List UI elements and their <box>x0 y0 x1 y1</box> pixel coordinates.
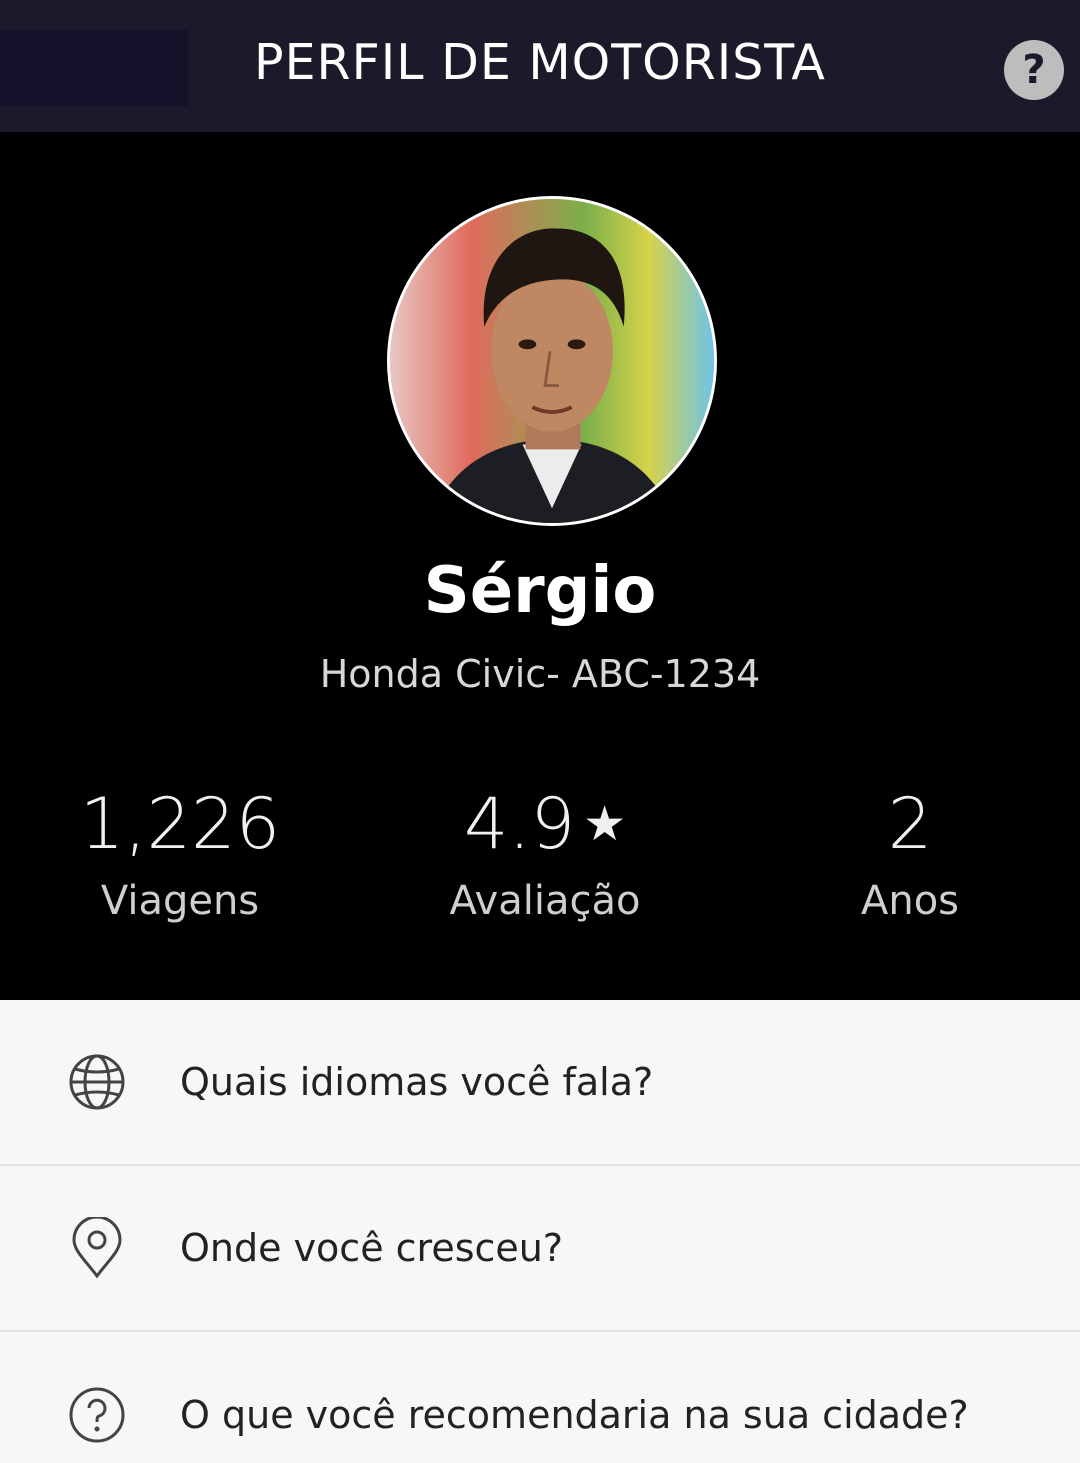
years-value: 2 <box>887 783 933 865</box>
avatar <box>387 196 717 526</box>
driver-vehicle: Honda Civic- ABC-1234 <box>319 652 761 696</box>
driver-profile-screen: PERFIL DE MOTORISTA ? Sérgio Honda Civic… <box>0 0 1080 1463</box>
stat-years: 2 Anos <box>730 784 1080 924</box>
top-bar: PERFIL DE MOTORISTA ? <box>0 0 1080 132</box>
driver-photo <box>390 199 714 523</box>
questions-list: Quais idiomas você fala? Onde você cresc… <box>0 1000 1080 1463</box>
question-hometown[interactable]: Onde você cresceu? <box>0 1166 1080 1332</box>
years-label: Anos <box>860 878 960 924</box>
question-circle-icon <box>66 1384 128 1446</box>
stat-trips: 1,226 Viagens <box>0 784 360 924</box>
help-circle-icon: ? <box>1022 47 1046 93</box>
rating-label: Avaliação <box>449 878 641 924</box>
trips-value: 1,226 <box>79 783 281 865</box>
question-text: Quais idiomas você fala? <box>180 1060 654 1104</box>
star-icon: ★ <box>583 796 627 852</box>
question-text: Onde você cresceu? <box>180 1226 564 1270</box>
profile-section: Sérgio Honda Civic- ABC-1234 1,226 Viage… <box>0 132 1080 1000</box>
question-recommendation[interactable]: O que você recomendaria na sua cidade? <box>0 1332 1080 1463</box>
globe-icon <box>66 1051 128 1113</box>
question-languages[interactable]: Quais idiomas você fala? <box>0 1000 1080 1166</box>
page-title: PERFIL DE MOTORISTA <box>254 34 826 91</box>
rating-value-wrapper: 4.9 ★ <box>365 784 725 864</box>
location-pin-icon <box>66 1217 128 1279</box>
driver-name: Sérgio <box>423 554 657 628</box>
stat-rating: 4.9 ★ Avaliação <box>365 784 725 924</box>
rating-value: 4.9 <box>463 783 576 865</box>
help-button[interactable]: ? <box>1004 40 1064 100</box>
question-text: O que você recomendaria na sua cidade? <box>180 1393 969 1437</box>
trips-label: Viagens <box>100 878 260 924</box>
